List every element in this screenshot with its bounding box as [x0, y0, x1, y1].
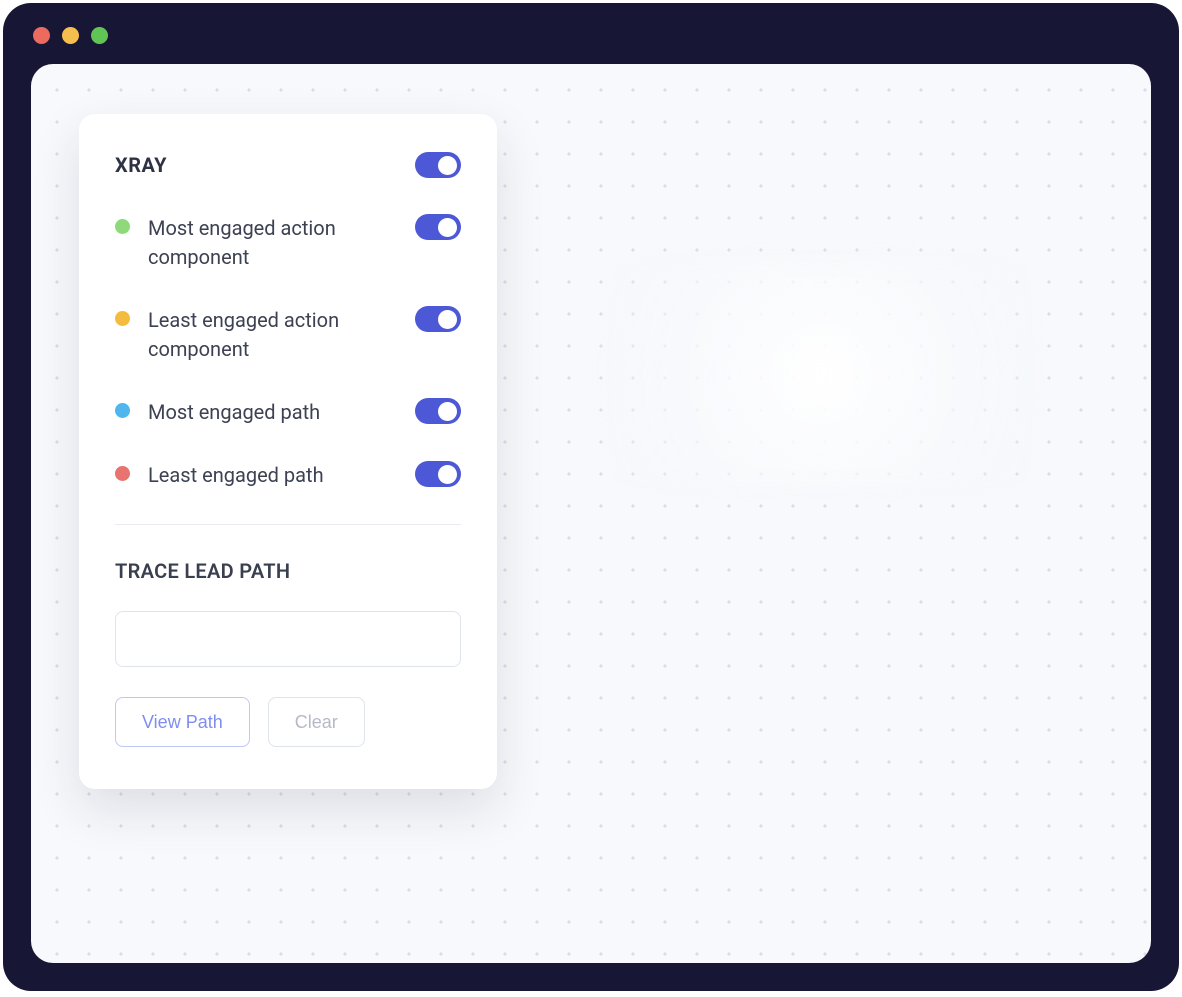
browser-frame: XRAY Most engaged action component Least… — [3, 3, 1179, 991]
xray-panel: XRAY Most engaged action component Least… — [79, 114, 497, 789]
toggle-most-engaged-action[interactable] — [415, 214, 461, 240]
clear-button[interactable]: Clear — [268, 697, 365, 747]
option-label: Least engaged path — [148, 461, 324, 490]
trace-lead-input[interactable] — [115, 611, 461, 667]
panel-divider — [115, 524, 461, 525]
legend-dot-icon — [115, 403, 130, 418]
canvas-area: XRAY Most engaged action component Least… — [31, 64, 1151, 963]
option-row-most-engaged-path: Most engaged path — [115, 398, 461, 427]
minimize-window-button[interactable] — [62, 27, 79, 44]
option-row-most-engaged-action: Most engaged action component — [115, 214, 461, 272]
option-row-least-engaged-path: Least engaged path — [115, 461, 461, 490]
maximize-window-button[interactable] — [91, 27, 108, 44]
canvas-highlight-blob — [611, 264, 1031, 484]
xray-master-toggle[interactable] — [415, 152, 461, 178]
panel-header: XRAY — [115, 152, 461, 178]
trace-section-title: TRACE LEAD PATH — [115, 559, 461, 583]
option-label: Most engaged action component — [148, 214, 395, 272]
option-row-least-engaged-action: Least engaged action component — [115, 306, 461, 364]
toggle-most-engaged-path[interactable] — [415, 398, 461, 424]
option-label: Least engaged action component — [148, 306, 395, 364]
toggle-least-engaged-path[interactable] — [415, 461, 461, 487]
view-path-button[interactable]: View Path — [115, 697, 250, 747]
legend-dot-icon — [115, 311, 130, 326]
option-label: Most engaged path — [148, 398, 320, 427]
toggle-least-engaged-action[interactable] — [415, 306, 461, 332]
trace-button-row: View Path Clear — [115, 697, 461, 747]
legend-dot-icon — [115, 219, 130, 234]
close-window-button[interactable] — [33, 27, 50, 44]
panel-title: XRAY — [115, 153, 167, 177]
window-controls — [3, 3, 1179, 54]
legend-dot-icon — [115, 466, 130, 481]
